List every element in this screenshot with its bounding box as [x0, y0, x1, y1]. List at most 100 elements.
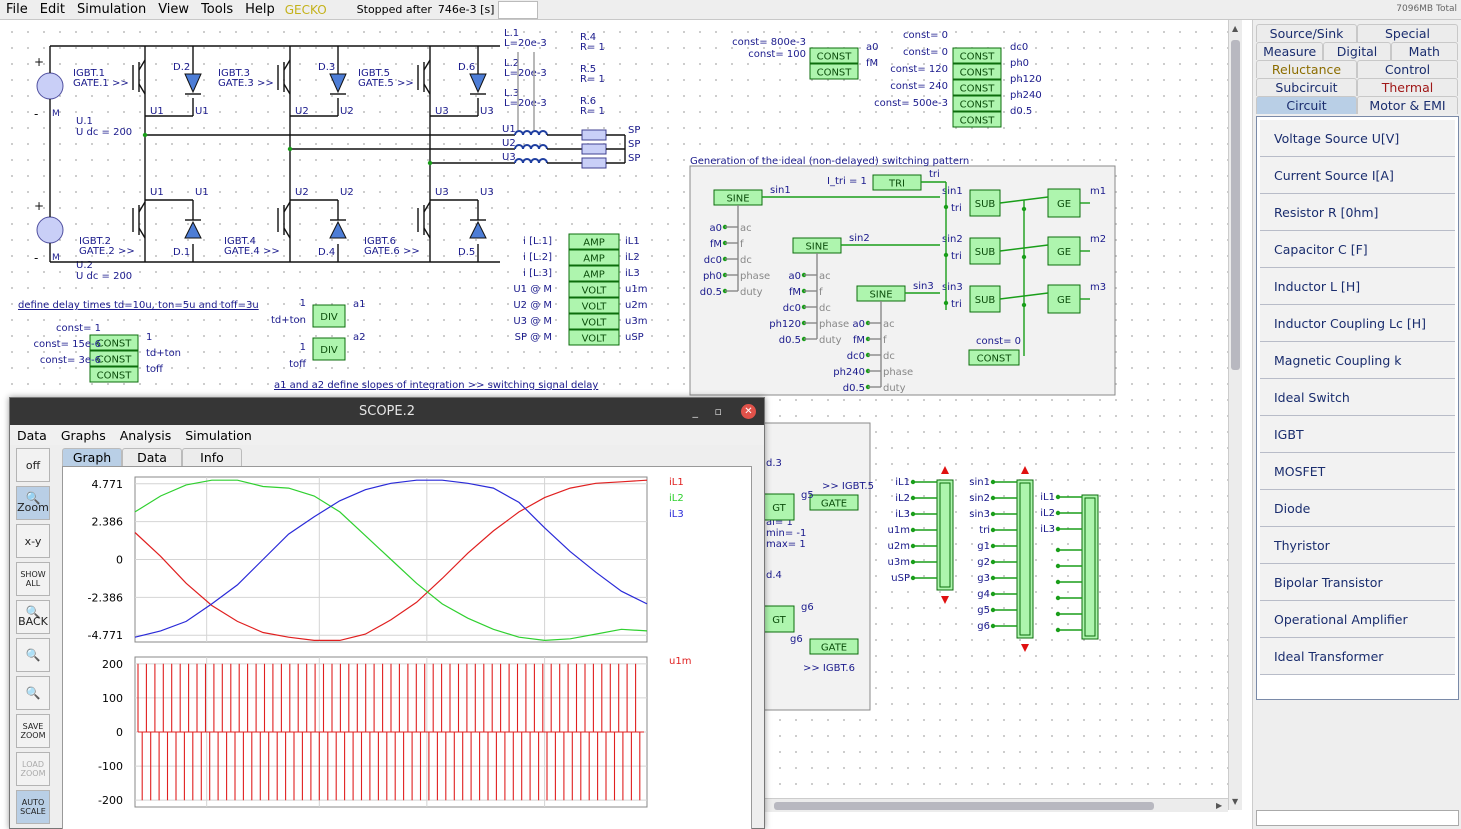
- node-label: U2: [502, 138, 516, 149]
- palette-tab-circuit[interactable]: Circuit: [1256, 96, 1357, 114]
- palette-item[interactable]: Current Source I[A]: [1260, 157, 1455, 194]
- gt-port: g6: [790, 634, 803, 645]
- menu-help[interactable]: Help: [239, 0, 281, 20]
- meas-block-label: AMP: [583, 254, 605, 265]
- inductor-param: L=20e-3: [504, 98, 547, 109]
- palette-item[interactable]: Resistor R [0hm]: [1260, 194, 1455, 231]
- mux-input: uSP: [891, 573, 910, 584]
- scope-menu-simulation[interactable]: Simulation: [178, 428, 259, 443]
- resistor-param: R= 1: [580, 106, 605, 117]
- palette-item[interactable]: Thyristor: [1260, 527, 1455, 564]
- palette-item[interactable]: Voltage Source U[V]: [1260, 120, 1455, 157]
- palette-tab-special[interactable]: Special: [1357, 24, 1458, 42]
- mux-input: g5: [977, 605, 990, 616]
- scope-menu-data[interactable]: Data: [10, 428, 54, 443]
- sub-input: tri: [951, 251, 962, 262]
- magnifier-icon: 🔍: [25, 647, 41, 662]
- palette-item[interactable]: Ideal Transformer: [1260, 638, 1455, 675]
- palette-tab-thermal[interactable]: Thermal: [1357, 78, 1458, 96]
- scope-tool-button[interactable]: SHOW ALL: [16, 562, 50, 596]
- palette-item[interactable]: Bipolar Transistor: [1260, 564, 1455, 601]
- palette-item[interactable]: Operational Amplifier: [1260, 601, 1455, 638]
- menu-file[interactable]: File: [0, 0, 34, 20]
- horizontal-scroll-thumb[interactable]: [774, 802, 1154, 810]
- scope-tab-data[interactable]: Data: [122, 448, 182, 466]
- mux-input: sin1: [969, 477, 990, 488]
- menu-view[interactable]: View: [152, 0, 195, 20]
- sine-port: phase: [883, 367, 913, 378]
- gt-port: g5: [801, 490, 814, 501]
- scope-tool-button[interactable]: 🔍: [16, 638, 50, 672]
- sine-input: a0: [853, 319, 866, 330]
- minimize-icon[interactable]: _: [693, 398, 699, 425]
- scope-titlebar[interactable]: SCOPE.2 _ ▫ ✕: [10, 398, 764, 425]
- scroll-up-icon[interactable]: ▲: [1232, 24, 1238, 33]
- maximize-icon[interactable]: ▫: [715, 398, 722, 425]
- palette-tab-control[interactable]: Control: [1357, 60, 1458, 78]
- palette-item[interactable]: Magnetic Coupling k: [1260, 342, 1455, 379]
- scope-tool-button[interactable]: 🔍 BACK: [16, 600, 50, 634]
- palette-tab-digital[interactable]: Digital: [1323, 42, 1391, 60]
- sine-port: dc: [740, 255, 752, 266]
- scope-menu-graphs[interactable]: Graphs: [54, 428, 113, 443]
- menu-tools[interactable]: Tools: [195, 0, 239, 20]
- mux-block: [936, 479, 954, 591]
- scope-tool-button[interactable]: LOAD ZOOM: [16, 752, 50, 786]
- sim-time-value: 746e-3 [s]: [437, 3, 495, 16]
- scope-plot-area[interactable]: 4.771 2.386 0 -2.386 -4.771 iL1 iL2 iL3 200 100 0 -…: [62, 466, 752, 829]
- y-tick-label: -200: [98, 794, 123, 807]
- mux-input: u2m: [888, 541, 910, 552]
- palette-tab-math[interactable]: Math: [1390, 42, 1458, 60]
- sine-port: dc: [883, 351, 895, 362]
- palette-tab-reluctance[interactable]: Reluctance: [1256, 60, 1357, 78]
- scope-tool-label: off: [25, 458, 41, 472]
- scope-tool-button[interactable]: 🔍 Zoom: [16, 486, 50, 520]
- scope-tool-button[interactable]: AUTO SCALE: [16, 790, 50, 824]
- vertical-scroll-thumb[interactable]: [1231, 40, 1240, 370]
- scope-tool-button[interactable]: x-y: [16, 524, 50, 558]
- sine-output: sin3: [913, 281, 934, 292]
- mux-input: g4: [977, 589, 990, 600]
- scope-tool-button[interactable]: SAVE ZOOM: [16, 714, 50, 748]
- scope-menu-analysis[interactable]: Analysis: [113, 428, 179, 443]
- scope-tool-button[interactable]: 🔍: [16, 676, 50, 710]
- inductor-coil: [538, 144, 548, 150]
- palette-item[interactable]: IGBT: [1260, 416, 1455, 453]
- scope-tab-graph[interactable]: Graph: [62, 448, 122, 466]
- palette-item[interactable]: Capacitor C [F]: [1260, 231, 1455, 268]
- palette-item[interactable]: Diode: [1260, 490, 1455, 527]
- palette-item[interactable]: Inductor Coupling Lc [H]: [1260, 305, 1455, 342]
- scroll-down-icon[interactable]: ▼: [1232, 797, 1238, 806]
- palette-tab-subcircuit[interactable]: Subcircuit: [1256, 78, 1357, 96]
- menu-edit[interactable]: Edit: [34, 0, 71, 20]
- diode-icon: [469, 220, 487, 239]
- igbt-gate-link: GATE.6 >>: [364, 246, 420, 257]
- sim-time-field[interactable]: [498, 0, 539, 19]
- sp-label: SP: [628, 139, 640, 150]
- palette-item[interactable]: Inductor L [H]: [1260, 268, 1455, 305]
- sub-input: sin3: [942, 282, 963, 293]
- y-tick-label: -2.386: [88, 591, 123, 604]
- scope-tab-info[interactable]: Info: [182, 448, 242, 466]
- scroll-right-icon[interactable]: ▶: [1216, 801, 1222, 810]
- scope-tool-label: SHOW ALL: [20, 570, 46, 588]
- const-block-label: CONST: [960, 100, 996, 111]
- scope-tool-button[interactable]: off: [16, 448, 50, 482]
- scroll-up-arrow-icon: [941, 466, 949, 474]
- palette-tab-motor-emi[interactable]: Motor & EMI: [1357, 96, 1458, 114]
- meas-output: iL1: [625, 236, 640, 247]
- const-output: a0: [866, 42, 879, 53]
- horizontal-scrollbar[interactable]: ▶: [764, 798, 1228, 812]
- menu-simulation[interactable]: Simulation: [71, 0, 152, 20]
- delay-note: define delay times td=10u, ton=5u and to…: [18, 300, 259, 311]
- sine-block-label: SINE: [869, 290, 892, 301]
- palette-item[interactable]: MOSFET: [1260, 453, 1455, 490]
- palette-item[interactable]: Ideal Switch: [1260, 379, 1455, 416]
- palette-tab-source-sink[interactable]: Source/Sink: [1256, 24, 1357, 42]
- vertical-scrollbar[interactable]: ▲ ▼: [1228, 20, 1242, 810]
- scope-plots[interactable]: 4.771 2.386 0 -2.386 -4.771 iL1 iL2 iL3 200 100 0 -…: [63, 467, 751, 829]
- close-icon[interactable]: ✕: [741, 404, 756, 419]
- palette-tab-measure[interactable]: Measure: [1256, 42, 1324, 60]
- sine-port: f: [740, 239, 744, 250]
- diode-icon: [469, 73, 487, 94]
